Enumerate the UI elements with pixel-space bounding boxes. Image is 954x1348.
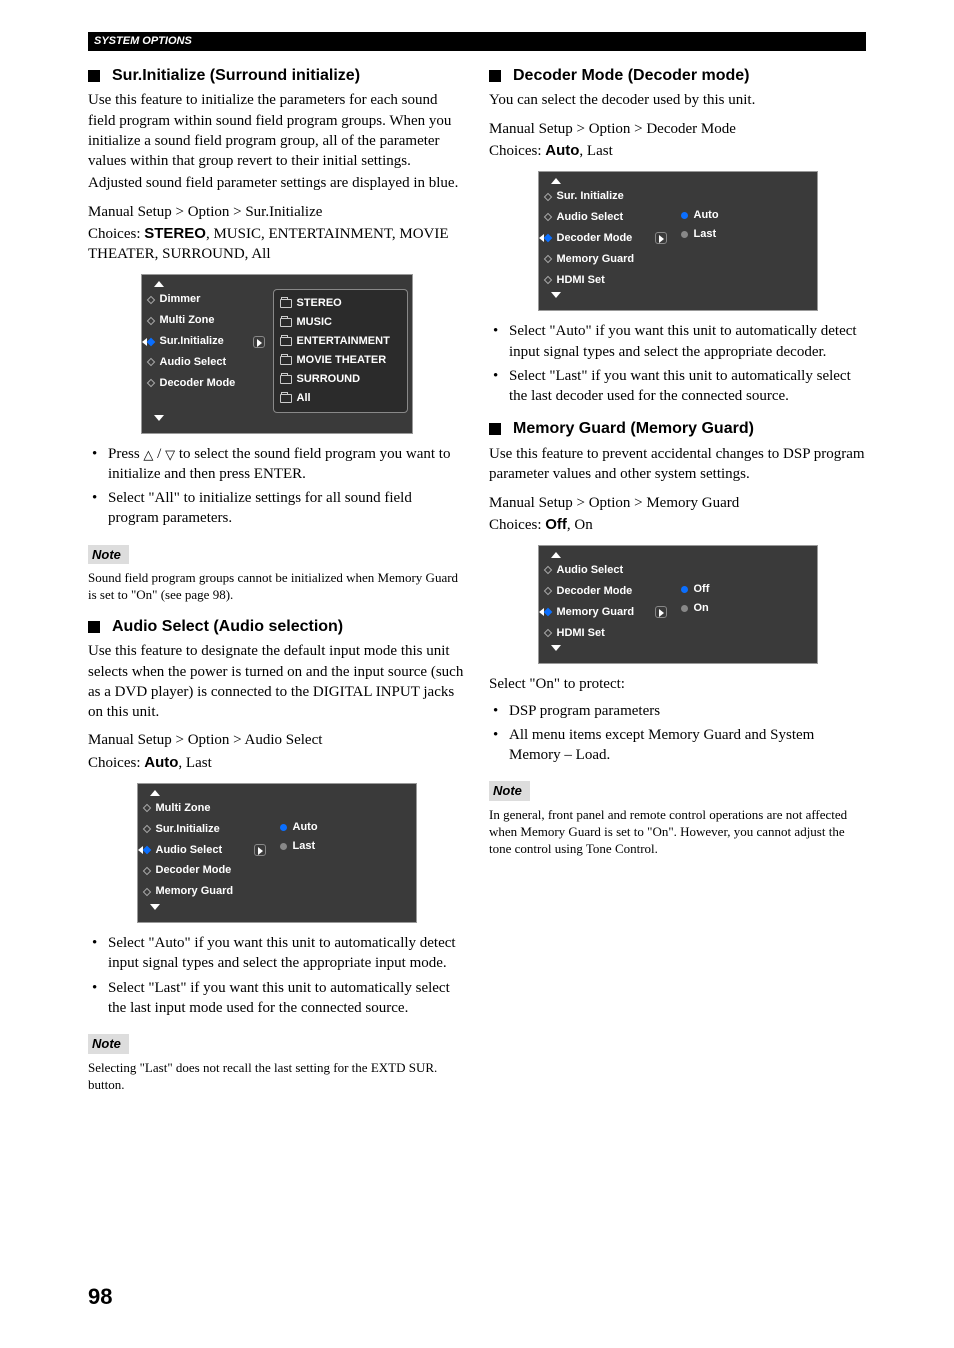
osd-option: Last [681,225,807,244]
note-badge: Note [88,545,129,565]
decoder-desc: You can select the decoder used by this … [489,90,866,110]
folder-icon [280,356,292,365]
osd-item-selected: Decoder Mode [543,228,669,249]
decoder-bullet-1: Select "Auto" if you want this unit to a… [489,321,866,362]
page-number: 98 [88,1282,112,1312]
bullet-square-icon [88,70,100,82]
audioselect-title-text: Audio Select (Audio selection) [112,616,343,638]
surinit-bullet-1: Press △ / ▽ to select the sound field pr… [88,444,465,485]
audioselect-choices: Choices: Auto, Last [88,753,465,773]
osd-item: Sur.Initialize [142,819,268,840]
note-badge: Note [88,1034,129,1054]
memguard-protect-2: All menu items except Memory Guard and S… [489,725,866,766]
osd-option: SURROUND [280,370,401,389]
osd-option: All [280,389,401,408]
decoder-title-text: Decoder Mode (Decoder mode) [513,65,749,87]
osd-item: Decoder Mode [543,581,669,602]
osd-item-selected: Memory Guard [543,602,669,623]
memguard-choices: Choices: Off, On [489,515,866,535]
arrow-down-icon [154,415,164,421]
osd-option: MOVIE THEATER [280,351,401,370]
folder-icon [280,299,292,308]
osd-option-selected: Off [681,580,807,599]
osd-item: Multi Zone [142,798,268,819]
surinit-choices: Choices: STEREO, MUSIC, ENTERTAINMENT, M… [88,224,465,265]
memguard-title-text: Memory Guard (Memory Guard) [513,418,754,440]
folder-icon [280,337,292,346]
audioselect-path: Manual Setup > Option > Audio Select [88,730,465,750]
surinit-osd: Dimmer Multi Zone Sur.Initialize Audio S… [141,274,413,433]
osd-option: MUSIC [280,313,401,332]
osd-item-selected: Sur.Initialize [146,331,267,352]
osd-option: ENTERTAINMENT [280,332,401,351]
section-header: SYSTEM OPTIONS [88,32,866,51]
surinit-path: Manual Setup > Option > Sur.Initialize [88,202,465,222]
osd-option: On [681,599,807,618]
osd-item: Memory Guard [142,881,268,902]
osd-option: STEREO [280,294,401,313]
up-triangle-icon: △ [143,448,153,461]
audioselect-bullet-2: Select "Last" if you want this unit to a… [88,978,465,1019]
memguard-note: In general, front panel and remote contr… [489,807,866,858]
folder-icon [280,394,292,403]
surinit-title-text: Sur.Initialize (Surround initialize) [112,65,360,87]
arrow-down-icon [150,904,160,910]
bullet-square-icon [489,423,501,435]
down-triangle-icon: ▽ [165,448,175,461]
folder-icon [280,375,292,384]
decoder-path: Manual Setup > Option > Decoder Mode [489,119,866,139]
osd-item-selected: Audio Select [142,840,268,861]
memguard-title: Memory Guard (Memory Guard) [489,418,866,440]
arrow-up-icon [551,178,561,184]
surinit-title: Sur.Initialize (Surround initialize) [88,65,465,87]
bullet-square-icon [88,621,100,633]
memguard-osd: Audio Select Decoder Mode Memory Guard H… [538,545,818,664]
osd-item: Sur. Initialize [543,186,669,207]
osd-item: HDMI Set [543,270,669,291]
surinit-bullet-2: Select "All" to initialize settings for … [88,488,465,529]
surinit-note: Sound field program groups cannot be ini… [88,570,465,604]
osd-item: Memory Guard [543,249,669,270]
memguard-protect-lead: Select "On" to protect: [489,674,866,694]
note-badge: Note [489,781,530,801]
osd-option-selected: Auto [681,206,807,225]
osd-item: HDMI Set [543,623,669,644]
surinit-desc1: Use this feature to initialize the param… [88,90,465,171]
memguard-desc: Use this feature to prevent accidental c… [489,444,866,485]
decoder-choices: Choices: Auto, Last [489,141,866,161]
memguard-path: Manual Setup > Option > Memory Guard [489,493,866,513]
audioselect-desc: Use this feature to designate the defaul… [88,641,465,722]
bullet-square-icon [489,70,501,82]
osd-item: Decoder Mode [142,860,268,881]
osd-item: Multi Zone [146,310,267,331]
audioselect-note: Selecting "Last" does not recall the las… [88,1060,465,1094]
surinit-desc2: Adjusted sound field parameter settings … [88,173,465,193]
decoder-osd: Sur. Initialize Audio Select Decoder Mod… [538,171,818,311]
audioselect-osd: Multi Zone Sur.Initialize Audio Select D… [137,783,417,923]
arrow-right-icon [254,844,266,856]
folder-icon [280,318,292,327]
osd-item: Decoder Mode [146,373,267,394]
arrow-up-icon [154,281,164,287]
decoder-title: Decoder Mode (Decoder mode) [489,65,866,87]
audioselect-bullet-1: Select "Auto" if you want this unit to a… [88,933,465,974]
arrow-up-icon [551,552,561,558]
osd-option-selected: Auto [280,818,406,837]
audioselect-title: Audio Select (Audio selection) [88,616,465,638]
osd-item: Dimmer [146,289,267,310]
arrow-right-icon [655,606,667,618]
osd-item: Audio Select [543,560,669,581]
memguard-protect-1: DSP program parameters [489,701,866,721]
osd-item: Audio Select [146,352,267,373]
arrow-down-icon [551,292,561,298]
osd-option: Last [280,837,406,856]
arrow-right-icon [253,336,265,348]
decoder-bullet-2: Select "Last" if you want this unit to a… [489,366,866,407]
arrow-down-icon [551,645,561,651]
osd-item: Audio Select [543,207,669,228]
arrow-up-icon [150,790,160,796]
arrow-right-icon [655,232,667,244]
